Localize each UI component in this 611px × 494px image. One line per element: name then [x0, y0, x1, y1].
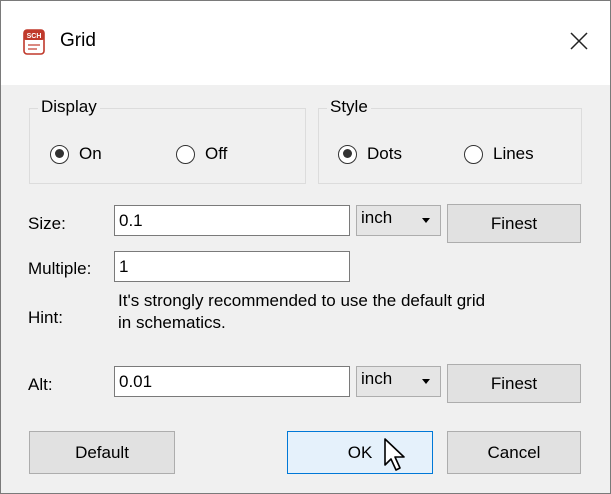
- dialog-title: Grid: [60, 30, 96, 51]
- grid-dialog: SCH Grid Display On Off Style Dots Lines…: [0, 0, 611, 494]
- style-lines-radio[interactable]: Lines: [464, 144, 534, 164]
- size-input[interactable]: 0.1: [114, 205, 350, 236]
- style-dots-label: Dots: [367, 144, 402, 163]
- hint-text: It's strongly recommended to use the def…: [118, 290, 485, 334]
- style-group-label: Style: [327, 97, 371, 117]
- alt-finest-button[interactable]: Finest: [447, 364, 581, 403]
- alt-input[interactable]: 0.01: [114, 366, 350, 397]
- chevron-down-icon: [422, 379, 430, 384]
- radio-unchecked-icon: [464, 144, 483, 164]
- display-off-radio[interactable]: Off: [176, 144, 227, 164]
- display-on-label: On: [79, 144, 102, 163]
- alt-unit-select[interactable]: inch: [356, 366, 441, 397]
- size-finest-button[interactable]: Finest: [447, 204, 581, 243]
- mouse-pointer-icon: [384, 438, 405, 471]
- sch-icon: SCH: [23, 29, 45, 55]
- default-button[interactable]: Default: [29, 431, 175, 474]
- close-icon[interactable]: [561, 23, 595, 57]
- hint-line-2: in schematics.: [118, 313, 226, 332]
- style-lines-label: Lines: [493, 144, 534, 163]
- sch-icon-text: SCH: [27, 33, 42, 40]
- multiple-label: Multiple:: [28, 259, 92, 278]
- chevron-down-icon: [422, 218, 430, 223]
- title-bar: SCH Grid: [1, 1, 610, 85]
- size-unit-select[interactable]: inch: [356, 205, 441, 236]
- radio-checked-icon: [338, 144, 357, 164]
- size-label: Size:: [28, 214, 66, 233]
- alt-unit-value: inch: [361, 369, 393, 388]
- hint-line-1: It's strongly recommended to use the def…: [118, 291, 486, 310]
- multiple-input[interactable]: 1: [114, 251, 350, 282]
- display-group-label: Display: [38, 97, 100, 117]
- style-dots-radio[interactable]: Dots: [338, 144, 402, 164]
- display-off-label: Off: [205, 144, 228, 163]
- alt-label: Alt:: [28, 375, 53, 394]
- display-on-radio[interactable]: On: [50, 144, 102, 164]
- radio-checked-icon: [50, 144, 69, 164]
- size-unit-value: inch: [361, 208, 393, 227]
- radio-unchecked-icon: [176, 144, 195, 164]
- cancel-button[interactable]: Cancel: [447, 431, 581, 474]
- hint-label: Hint:: [28, 308, 63, 327]
